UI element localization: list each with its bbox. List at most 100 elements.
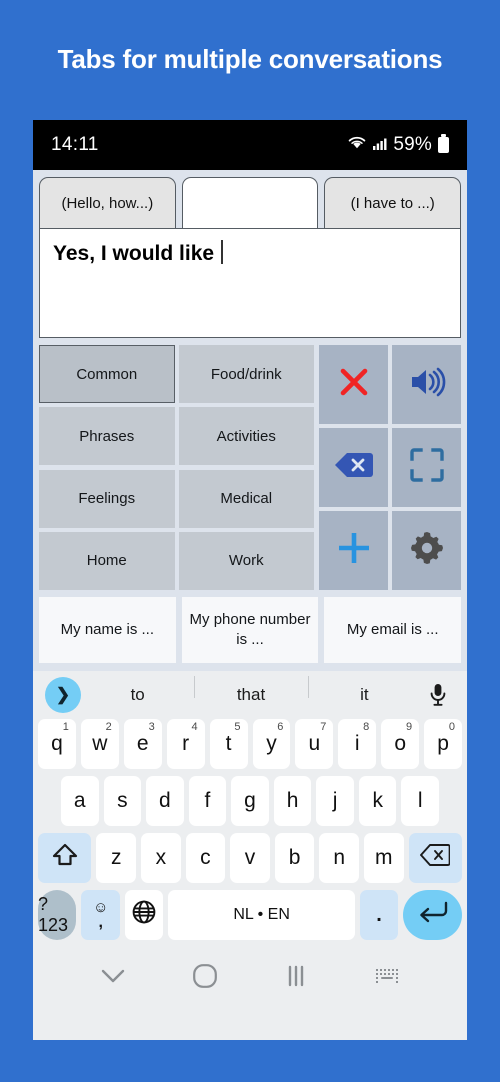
key-q-superscript: 1 bbox=[62, 721, 69, 733]
android-navigation-bar bbox=[33, 947, 467, 1005]
clear-icon bbox=[337, 365, 371, 404]
key-y[interactable]: 6y bbox=[252, 719, 291, 769]
suggestion-1[interactable]: to bbox=[81, 685, 194, 705]
key-y-label: y bbox=[266, 732, 277, 755]
key-k[interactable]: k bbox=[358, 776, 397, 826]
category-button-activities[interactable]: Activities bbox=[178, 407, 314, 466]
settings-gear-icon bbox=[409, 530, 445, 571]
shift-key[interactable] bbox=[37, 833, 92, 883]
tab-conversation-2[interactable] bbox=[181, 177, 319, 228]
key-u[interactable]: 7u bbox=[295, 719, 334, 769]
key-w-superscript: 2 bbox=[105, 721, 112, 733]
category-button-common[interactable]: Common bbox=[39, 345, 175, 403]
message-compose-area[interactable]: Yes, I would like bbox=[39, 228, 461, 338]
key-y-superscript: 6 bbox=[277, 721, 284, 733]
key-t-superscript: 5 bbox=[234, 721, 241, 733]
key-e[interactable]: 3e bbox=[123, 719, 162, 769]
key-r-superscript: 4 bbox=[191, 721, 198, 733]
key-c[interactable]: c bbox=[185, 833, 226, 883]
space-key[interactable]: NL • EN bbox=[168, 890, 355, 940]
key-l[interactable]: l bbox=[401, 776, 440, 826]
key-p[interactable]: 0p bbox=[424, 719, 463, 769]
cellular-signal-icon bbox=[372, 135, 388, 156]
key-u-label: u bbox=[308, 732, 321, 755]
emoji-key[interactable]: ☺ , bbox=[81, 890, 120, 940]
key-u-superscript: 7 bbox=[320, 721, 327, 733]
backspace-key[interactable] bbox=[408, 833, 463, 883]
hide-keyboard-icon[interactable] bbox=[374, 967, 400, 985]
category-button-medical[interactable]: Medical bbox=[178, 469, 314, 528]
enter-return-icon bbox=[418, 900, 448, 930]
category-button-work[interactable]: Work bbox=[178, 531, 314, 590]
shift-up-arrow-icon bbox=[52, 842, 78, 874]
key-i-label: i bbox=[354, 732, 360, 755]
settings-button[interactable] bbox=[392, 511, 461, 590]
key-n[interactable]: n bbox=[319, 833, 359, 883]
keyboard-row-3: z x c v b n m bbox=[33, 833, 467, 890]
quick-phrase-phone[interactable]: My phone number is ... bbox=[181, 597, 319, 663]
key-t-label: t bbox=[225, 732, 232, 755]
status-bar: 14:11 59% bbox=[33, 120, 467, 170]
key-x[interactable]: x bbox=[141, 833, 181, 883]
recent-apps-icon[interactable] bbox=[284, 965, 308, 987]
key-m[interactable]: m bbox=[363, 833, 404, 883]
key-t[interactable]: 5t bbox=[209, 719, 248, 769]
microphone-icon[interactable] bbox=[421, 683, 455, 707]
key-i[interactable]: 8i bbox=[338, 719, 377, 769]
key-q[interactable]: 1q bbox=[37, 719, 76, 769]
key-o-superscript: 9 bbox=[406, 721, 413, 733]
battery-percent: 59% bbox=[393, 134, 432, 155]
action-button-grid bbox=[319, 345, 461, 590]
fullscreen-button[interactable] bbox=[392, 428, 461, 507]
compose-text: Yes, I would like bbox=[53, 242, 215, 265]
category-button-home[interactable]: Home bbox=[39, 531, 175, 590]
key-g[interactable]: g bbox=[231, 776, 269, 826]
quick-phrase-name[interactable]: My name is ... bbox=[39, 597, 176, 663]
key-z[interactable]: z bbox=[96, 833, 137, 883]
wifi-icon bbox=[347, 135, 367, 156]
add-icon bbox=[336, 530, 372, 571]
key-p-superscript: 0 bbox=[448, 721, 456, 733]
category-button-feelings[interactable]: Feelings bbox=[39, 469, 175, 528]
key-j[interactable]: j bbox=[316, 776, 354, 826]
key-s[interactable]: s bbox=[103, 776, 142, 826]
category-grid: Common Food/drink Phrases Activities Fee… bbox=[39, 345, 314, 590]
chevron-down-back-icon[interactable] bbox=[100, 967, 126, 985]
home-circle-icon[interactable] bbox=[192, 963, 218, 989]
comma-label: , bbox=[98, 913, 103, 931]
suggestion-3[interactable]: it bbox=[307, 676, 421, 705]
key-a[interactable]: a bbox=[60, 776, 99, 826]
period-key[interactable]: . bbox=[359, 890, 399, 940]
key-v[interactable]: v bbox=[230, 833, 270, 883]
symbols-key[interactable]: ?123 bbox=[38, 890, 77, 940]
key-b[interactable]: b bbox=[274, 833, 315, 883]
language-key[interactable] bbox=[124, 890, 164, 940]
quick-phrase-email[interactable]: My email is ... bbox=[324, 597, 462, 663]
chevron-right-icon[interactable]: ❯ bbox=[45, 677, 81, 713]
key-q-label: q bbox=[51, 732, 63, 755]
add-button[interactable] bbox=[319, 511, 388, 590]
tab-conversation-3[interactable]: (I have to ...) bbox=[324, 177, 462, 228]
category-button-food-drink[interactable]: Food/drink bbox=[178, 345, 314, 403]
keyboard-row-4: ?123 ☺ , NL • EN . bbox=[33, 890, 467, 947]
key-d[interactable]: d bbox=[146, 776, 184, 826]
key-i-superscript: 8 bbox=[363, 721, 370, 733]
battery-icon bbox=[438, 134, 449, 153]
clear-button[interactable] bbox=[319, 345, 388, 424]
backspace-button[interactable] bbox=[319, 428, 388, 507]
speak-button[interactable] bbox=[392, 345, 461, 424]
suggestion-2[interactable]: that bbox=[194, 676, 307, 705]
enter-key[interactable] bbox=[403, 890, 462, 940]
key-f[interactable]: f bbox=[188, 776, 227, 826]
category-button-phrases[interactable]: Phrases bbox=[39, 407, 175, 466]
key-h[interactable]: h bbox=[273, 776, 312, 826]
key-r[interactable]: 4r bbox=[166, 719, 205, 769]
keyboard-row-2: a s d f g h j k l bbox=[33, 776, 467, 833]
key-e-label: e bbox=[136, 732, 149, 755]
status-indicators: 59% bbox=[347, 134, 449, 156]
backspace-delete-icon bbox=[420, 844, 451, 872]
tab-conversation-1[interactable]: (Hello, how...) bbox=[39, 177, 176, 228]
key-p-label: p bbox=[437, 732, 449, 755]
key-o[interactable]: 9o bbox=[381, 719, 420, 769]
key-w[interactable]: 2w bbox=[80, 719, 119, 769]
